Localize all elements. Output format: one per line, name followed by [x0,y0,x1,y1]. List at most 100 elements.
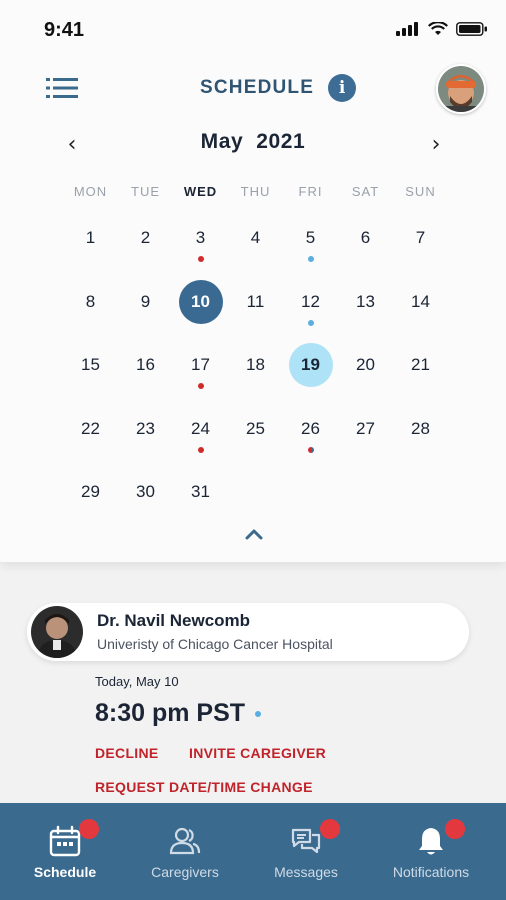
calendar-day[interactable]: 17 [173,343,228,407]
calendar-day[interactable]: 21 [393,343,448,407]
menu-list-icon[interactable] [46,76,78,100]
calendar-day[interactable]: 5 [283,216,338,280]
calendar-day[interactable]: 25 [228,407,283,471]
calendar-day[interactable]: 29 [63,470,118,534]
day-number: 22 [81,418,100,438]
day-number: 23 [136,418,155,438]
day-number: 12 [301,291,320,311]
invite-caregiver-button[interactable]: INVITE CAREGIVER [189,745,326,761]
calendar-icon [49,825,81,857]
appointment-time: 8:30 pm PST [95,699,246,727]
appointment-time-row: 8:30 pm PST [95,699,262,728]
title-wrap: SCHEDULE i [200,74,357,102]
calendar-day[interactable]: 30 [118,470,173,534]
doctor-hospital: Univeristy of Chicago Cancer Hospital [97,636,333,652]
day-number: 5 [305,228,316,247]
day-number: 8 [85,291,96,311]
day-number: 29 [81,482,100,501]
day-number: 13 [356,291,375,311]
previous-month-chevron-icon[interactable]: ‹ [58,130,86,158]
status-time: 9:41 [44,19,85,41]
day-number: 24 [191,418,210,438]
calendar-day[interactable]: 6 [338,216,393,280]
day-number: 16 [136,355,155,374]
calendar-days-grid: 1 2 3 4 5 6 7 8 9 10 11 12 13 14 15 16 17 18 19 20 21 22 23 24 2… [63,216,448,534]
day-number: 31 [191,482,210,501]
decline-button[interactable]: DECLINE [95,745,159,761]
calendar-day[interactable]: 22 [63,407,118,471]
calendar-day[interactable]: 28 [393,407,448,471]
header: SCHEDULE i [0,64,506,114]
doctor-card[interactable]: Dr. Navil Newcomb Univeristy of Chicago … [27,603,469,661]
doctor-name: Dr. Navil Newcomb [97,611,251,630]
nav-notifications[interactable]: Notifications [368,803,494,900]
cellular-signal-icon [396,22,418,36]
calendar-day[interactable]: 12 [283,280,338,344]
doctor-avatar [31,606,83,658]
day-number: 17 [191,355,210,374]
calendar-day[interactable]: 15 [63,343,118,407]
weekday-label: SAT [351,184,380,199]
day-number: 6 [360,228,371,247]
info-icon[interactable]: i [328,74,357,102]
request-change-button[interactable]: REQUEST DATE/TIME CHANGE [95,779,313,795]
calendar-day[interactable]: 19 [283,343,338,407]
calendar-day[interactable]: 1 [63,216,118,280]
month-name: May [200,130,244,153]
bell-icon [419,828,443,855]
day-number: 2 [140,228,151,247]
calendar-day[interactable]: 10 [173,279,228,344]
calendar-day[interactable]: 16 [118,343,173,407]
day-number: 9 [140,291,151,311]
calendar-day[interactable]: 3 [173,216,228,280]
calendar-day[interactable]: 7 [393,216,448,280]
weekday-label: MON [73,184,108,199]
weekday-label: THU [240,184,271,199]
calendar-day[interactable]: 4 [228,216,283,280]
today-day-number: 19 [288,343,333,387]
page-title: SCHEDULE [200,77,315,98]
selected-day-number: 10 [178,279,223,324]
status-bar: 9:41 [0,0,506,60]
nav-caregivers[interactable]: Caregivers [122,803,248,900]
collapse-calendar-chevron-up-icon[interactable] [241,524,267,544]
schedule-notification-badge [79,819,99,839]
day-number: 15 [81,355,100,374]
calendar-day[interactable]: 2 [118,216,173,280]
calendar-day[interactable]: 9 [118,280,173,344]
day-number: 18 [246,355,265,374]
day-number: 11 [246,291,265,311]
calendar-day[interactable]: 23 [118,407,173,471]
user-avatar-image [438,66,484,112]
weekday-label: TUE [131,184,160,199]
day-number: 14 [411,291,430,311]
calendar-day[interactable]: 14 [393,280,448,344]
calendar-panel: 9:41 SCHEDULE i May 2021 ‹ › MON TUE WED… [0,0,506,562]
calendar-day[interactable]: 8 [63,280,118,344]
user-avatar[interactable] [436,64,486,114]
day-number: 20 [356,355,375,374]
calendar-day[interactable]: 31 [173,470,228,534]
nav-caregivers-label: Caregivers [151,864,219,880]
nav-messages-label: Messages [274,864,338,880]
calendar-day[interactable]: 18 [228,343,283,407]
battery-icon [456,22,487,36]
calendar-day[interactable]: 20 [338,343,393,407]
messages-notification-badge [320,819,340,839]
calendar-day[interactable]: 26 [283,407,338,471]
calendar-day[interactable]: 24 [173,407,228,471]
next-month-chevron-icon[interactable]: › [422,130,450,158]
calendar-day[interactable]: 11 [228,280,283,344]
calendar-day[interactable]: 27 [338,407,393,471]
calendar-day[interactable]: 13 [338,280,393,344]
event-indicator-dot [307,256,314,262]
day-number: 30 [136,482,155,501]
nav-schedule[interactable]: Schedule [2,803,128,900]
nav-messages[interactable]: Messages [243,803,369,900]
wifi-icon [428,22,448,35]
weekday-label: SUN [405,184,436,199]
day-number: 27 [356,418,375,438]
day-number: 1 [85,228,96,247]
notifications-badge [445,819,465,839]
weekday-label: FRI [298,184,323,199]
